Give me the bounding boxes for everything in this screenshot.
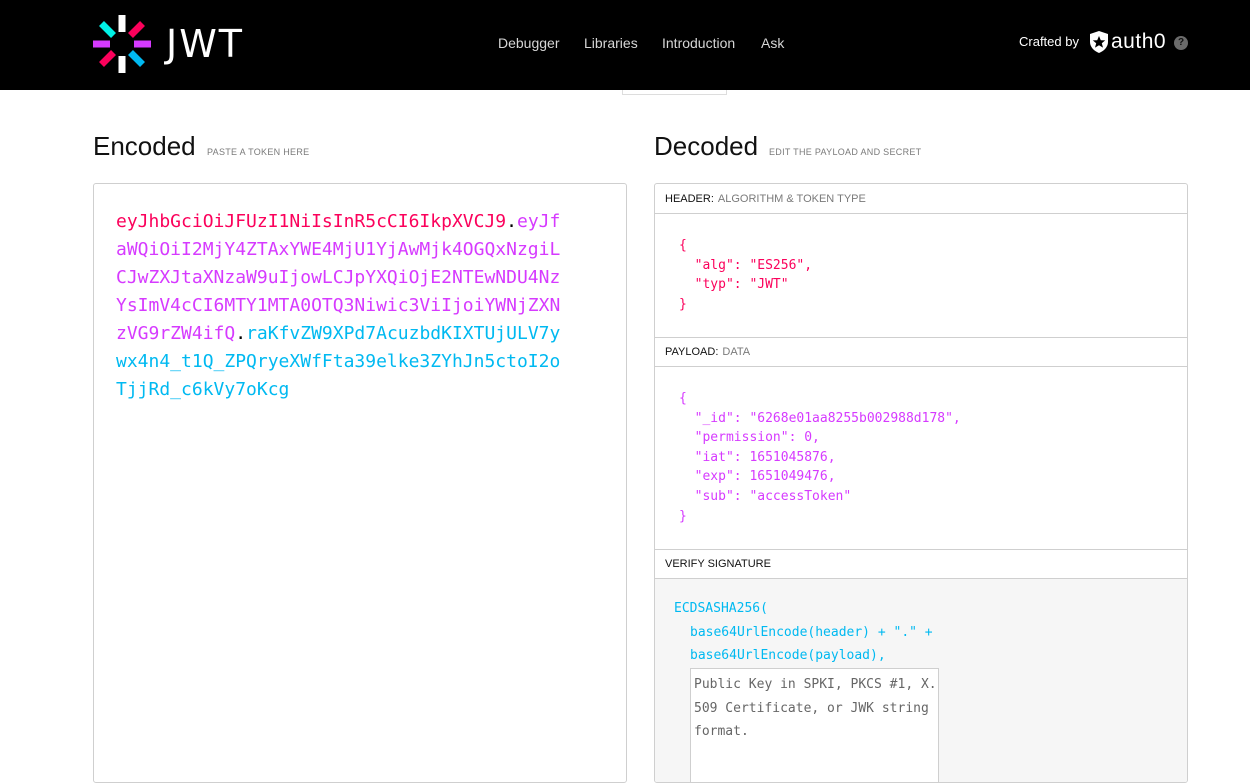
token-dot: . xyxy=(506,211,517,232)
payload-section-title: PAYLOAD: DATA xyxy=(655,337,1187,367)
encoded-subtitle: PASTE A TOKEN HERE xyxy=(207,147,310,157)
payload-json-editor[interactable]: { "_id": "6268e01aa8255b002988d178", "pe… xyxy=(679,389,961,526)
payload-label: PAYLOAD: xyxy=(665,346,719,358)
tab-stub xyxy=(622,90,727,95)
jwt-logo-icon[interactable] xyxy=(93,15,151,73)
header-section-title: HEADER: ALGORITHM & TOKEN TYPE xyxy=(655,184,1187,214)
header-json-editor[interactable]: { "alg": "ES256", "typ": "JWT" } xyxy=(679,236,812,314)
encoded-title: Encoded xyxy=(93,131,196,161)
decoded-subtitle: EDIT THE PAYLOAD AND SECRET xyxy=(769,147,922,157)
help-icon[interactable]: ? xyxy=(1174,36,1188,50)
verify-section-title: VERIFY SIGNATURE xyxy=(655,549,1187,579)
nav-libraries[interactable]: Libraries xyxy=(584,34,638,52)
nav-debugger[interactable]: Debugger xyxy=(498,34,560,52)
payload-sub-label: DATA xyxy=(722,346,751,358)
crafted-by-label: Crafted by xyxy=(1019,34,1079,49)
encoded-token-editor[interactable]: eyJhbGciOiJFUzI1NiIsInR5cCI6IkpXVCJ9.eyJ… xyxy=(93,183,627,783)
decoded-panel: HEADER: ALGORITHM & TOKEN TYPE { "alg": "… xyxy=(654,183,1188,783)
verify-code-line: ECDSASHA256( xyxy=(674,601,768,616)
token-dot: . xyxy=(235,323,247,344)
verify-code-line: base64UrlEncode(header) + "." + xyxy=(690,625,933,640)
auth0-shield-icon[interactable] xyxy=(1088,30,1110,54)
top-navigation-bar: JWT Debugger Libraries Introduction Ask … xyxy=(0,0,1250,90)
nav-introduction[interactable]: Introduction xyxy=(662,34,735,52)
encoded-token-text[interactable]: eyJhbGciOiJFUzI1NiIsInR5cCI6IkpXVCJ9.eyJ… xyxy=(116,208,566,404)
decoded-title: Decoded xyxy=(654,131,759,161)
nav-ask[interactable]: Ask xyxy=(761,34,784,52)
auth0-brand[interactable]: auth0 xyxy=(1111,29,1166,55)
verify-code-line: base64UrlEncode(payload), xyxy=(690,648,886,663)
public-key-input[interactable]: Public Key in SPKI, PKCS #1, X.509 Certi… xyxy=(690,668,939,782)
token-header-segment: eyJhbGciOiJFUzI1NiIsInR5cCI6IkpXVCJ9 xyxy=(116,211,507,232)
header-sub-label: ALGORITHM & TOKEN TYPE xyxy=(717,193,866,205)
header-label: HEADER: xyxy=(665,193,714,205)
logo-text[interactable]: JWT xyxy=(166,24,244,64)
